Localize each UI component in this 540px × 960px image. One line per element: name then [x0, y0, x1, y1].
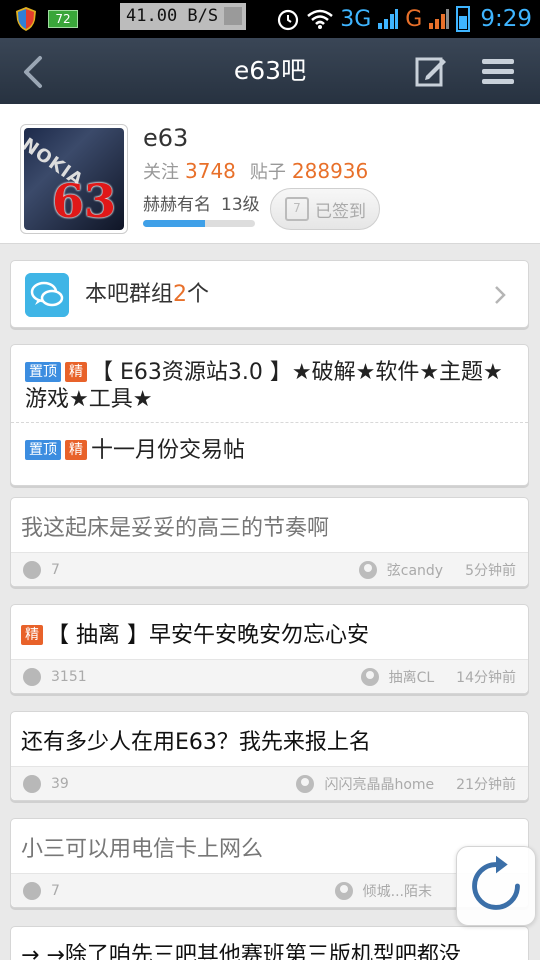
- thread-meta: 7 倾城...陌末: [11, 873, 528, 907]
- essence-tag: 精: [21, 625, 43, 645]
- thread-title: → →除了咱先三吧其他赛班第三版机型吧都没: [21, 943, 461, 960]
- wifi-icon: [307, 9, 334, 29]
- rank-title: 赫赫有名: [143, 195, 211, 215]
- thread-item[interactable]: 还有多少人在用E63？我先来报上名 39 闪闪亮晶晶home 21分钟前: [10, 711, 529, 801]
- thread-author: 闪闪亮晶晶home 21分钟前: [296, 767, 516, 801]
- thread-title: 【 抽离 】早安午安晚安勿忘心安: [47, 623, 369, 648]
- sign-in-button[interactable]: 7 已签到: [270, 188, 380, 230]
- chat-group-icon: [25, 273, 69, 317]
- user-icon: [360, 668, 379, 686]
- thread-item[interactable]: → →除了咱先三吧其他赛班第三版机型吧都没: [10, 926, 529, 960]
- net-speed-indicator: 41.00 B/S: [120, 3, 246, 30]
- alarm-icon: [278, 9, 299, 31]
- reply-icon: [23, 561, 41, 579]
- essence-tag: 精: [65, 362, 87, 382]
- compose-icon[interactable]: [414, 54, 448, 88]
- battery-saver-icon: 72: [48, 10, 78, 28]
- post-time: 21分钟前: [456, 777, 516, 793]
- group-count: 2: [173, 282, 188, 307]
- group-entry-label: 本吧群组2个: [85, 261, 209, 329]
- author-name: 弦candy: [386, 563, 444, 579]
- status-icons: 3G G 9:29: [276, 0, 532, 38]
- group-suffix: 个: [187, 282, 210, 307]
- shield-icon: [16, 7, 36, 31]
- reply-count: 7: [51, 883, 60, 899]
- clock: 9:29: [480, 6, 532, 32]
- divider: [11, 422, 528, 423]
- pinned-threads: 置顶精【 E63资源站3.0 】★破解★软件★主题★游戏★工具★ 置顶精十一月份…: [10, 344, 529, 486]
- group-entry[interactable]: 本吧群组2个: [10, 260, 529, 328]
- user-icon: [358, 561, 377, 579]
- follow-count: 3748: [185, 159, 236, 183]
- rss-icon: [224, 7, 242, 25]
- author-name: 闪闪亮晶晶home: [324, 777, 435, 793]
- thread-item[interactable]: 小三可以用电信卡上网么 7 倾城...陌末: [10, 818, 529, 908]
- nav-bar: e63吧: [0, 38, 540, 104]
- reply-count: 39: [51, 776, 69, 792]
- signal-icon: [378, 9, 399, 29]
- avatar-number: 63: [51, 174, 116, 228]
- menu-icon[interactable]: [480, 54, 516, 88]
- pinned-tag: 置顶: [25, 440, 61, 460]
- network-g-label: G: [405, 6, 423, 32]
- reply-count: 7: [51, 562, 60, 578]
- author-name: 倾城...陌末: [362, 884, 432, 900]
- reply-count: 3151: [51, 669, 87, 685]
- battery-icon: [456, 6, 471, 32]
- signal-2-icon: [429, 9, 450, 29]
- net-speed-text: 41.00 B/S: [126, 6, 219, 26]
- reply-icon: [23, 882, 41, 900]
- sign-in-label: 已签到: [315, 201, 366, 222]
- author-name: 抽离CL: [388, 670, 435, 686]
- follow-label: 关注: [143, 162, 179, 183]
- reply-icon: [23, 668, 41, 686]
- status-bar: 72 41.00 B/S 3G G 9:29: [0, 0, 540, 38]
- pinned-thread-title: 【 E63资源站3.0 】★破解★软件★主题★游戏★工具★: [25, 360, 503, 412]
- pinned-thread[interactable]: 置顶精【 E63资源站3.0 】★破解★软件★主题★游戏★工具★: [25, 359, 514, 413]
- essence-tag: 精: [65, 440, 87, 460]
- thread-author: 弦candy 5分钟前: [358, 553, 516, 587]
- thread-meta: 39 闪闪亮晶晶home 21分钟前: [11, 766, 528, 800]
- thread-item[interactable]: 我这起床是妥妥的高三的节奏啊 7 弦candy 5分钟前: [10, 497, 529, 587]
- thread-meta: 7 弦candy 5分钟前: [11, 552, 528, 586]
- thread-meta: 3151 抽离CL 14分钟前: [11, 659, 528, 693]
- member-level: 赫赫有名 13级: [143, 190, 260, 215]
- thread-author: 倾城...陌末: [334, 874, 432, 908]
- reply-icon: [23, 775, 41, 793]
- group-label: 本吧群组: [85, 282, 174, 307]
- pinned-tag: 置顶: [25, 362, 61, 382]
- posts-label: 贴子: [249, 162, 286, 183]
- thread-title: 我这起床是妥妥的高三的节奏啊: [21, 516, 330, 541]
- thread-item[interactable]: 精【 抽离 】早安午安晚安勿忘心安 3151 抽离CL 14分钟前: [10, 604, 529, 694]
- network-3g-label: 3G: [340, 6, 372, 32]
- refresh-button[interactable]: [456, 846, 536, 926]
- pinned-thread[interactable]: 置顶精十一月份交易帖: [25, 437, 514, 464]
- user-icon: [296, 775, 315, 793]
- thread-title: 小三可以用电信卡上网么: [21, 837, 264, 862]
- refresh-icon: [496, 855, 508, 874]
- level-text: 13级: [221, 195, 260, 215]
- posts-count: 288936: [291, 159, 369, 183]
- forum-stats: 关注 3748 贴子 288936: [143, 158, 382, 184]
- level-progress-fill: [143, 220, 205, 227]
- back-icon[interactable]: [14, 52, 54, 92]
- pinned-thread-title: 十一月份交易帖: [91, 438, 246, 463]
- post-time: 14分钟前: [456, 670, 516, 686]
- level-progress-bar: [143, 220, 255, 227]
- forum-avatar[interactable]: NOKIA 63: [20, 124, 128, 234]
- forum-name: e63: [143, 124, 189, 152]
- avatar-image: NOKIA 63: [24, 128, 124, 230]
- page-title: e63吧: [233, 56, 307, 85]
- calendar-icon: 7: [285, 197, 309, 221]
- thread-title: 还有多少人在用E63？我先来报上名: [21, 730, 371, 755]
- thread-title-row: 精【 抽离 】早安午安晚安勿忘心安: [21, 617, 369, 649]
- post-time: 5分钟前: [465, 563, 516, 579]
- user-icon: [334, 882, 353, 900]
- chevron-right-icon: [495, 286, 506, 304]
- thread-author: 抽离CL 14分钟前: [360, 660, 516, 694]
